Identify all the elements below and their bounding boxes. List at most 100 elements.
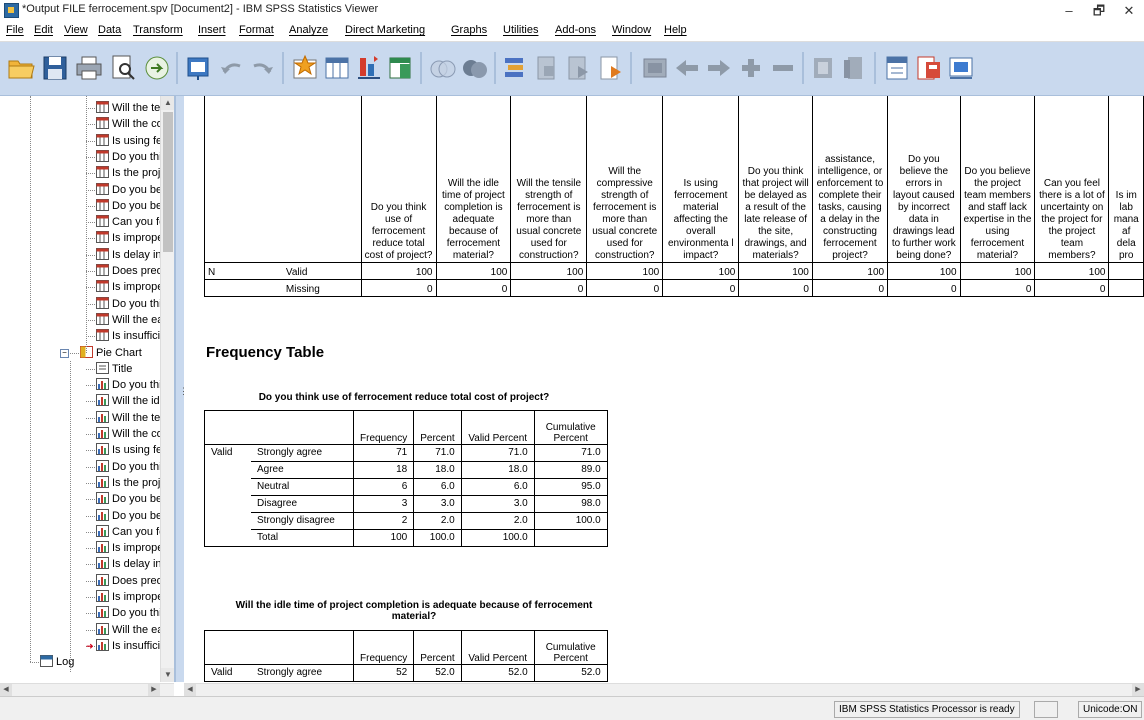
outline-title-item[interactable]: Title (96, 361, 132, 377)
collapse-toggle-icon[interactable]: − (60, 348, 69, 358)
outline-pie-chart-group[interactable]: Pie Chart (80, 345, 142, 361)
outline-item-label: Will the ea (112, 313, 164, 326)
collapse-icon[interactable] (768, 54, 798, 82)
menu-transform[interactable]: Transform (133, 24, 183, 36)
scroll-left-arrow-icon[interactable]: ◀ (184, 684, 196, 696)
goto-case-icon[interactable] (290, 54, 320, 82)
table-item-icon (96, 149, 109, 162)
outline-pie-item[interactable]: Do you be (96, 491, 162, 507)
value-labels-icon[interactable] (596, 54, 626, 82)
insert-title-icon[interactable] (914, 54, 944, 82)
next-icon[interactable] (704, 54, 734, 82)
undo-icon[interactable] (216, 54, 246, 82)
outline-pie-item[interactable]: Is imprope (96, 589, 163, 605)
insert-text-icon[interactable] (946, 54, 976, 82)
outline-item[interactable]: Will the ea (96, 312, 163, 328)
outline-item-label: Will the ter (112, 102, 164, 114)
goto-variable-icon[interactable] (322, 54, 352, 82)
outline-pie-item[interactable]: Do you thi (96, 605, 162, 621)
outline-item[interactable]: Is delay in (96, 247, 162, 263)
outline-pie-item[interactable]: Will the co (96, 426, 163, 442)
table-item-icon (96, 166, 109, 179)
scroll-down-arrow-icon[interactable]: ▼ (161, 668, 174, 682)
designate-window-icon[interactable] (460, 54, 490, 82)
outline-item[interactable]: Does pred (96, 263, 163, 279)
hide-icon[interactable] (840, 54, 870, 82)
outline-item[interactable]: Can you fe (96, 214, 165, 230)
outline-pie-item[interactable]: Is delay in (96, 556, 162, 572)
outline-item[interactable]: Will the ter (96, 100, 164, 116)
outline-item[interactable]: Is the proj (96, 165, 160, 181)
outline-pie-item[interactable]: Does pred (96, 573, 163, 589)
menu-direct-marketing[interactable]: Direct Marketing (345, 24, 425, 36)
menu-insert[interactable]: Insert (198, 24, 226, 36)
split-file-icon[interactable] (532, 54, 562, 82)
menu-utilities[interactable]: Utilities (503, 24, 538, 36)
close-button[interactable]: ✕ (1110, 0, 1144, 21)
open-icon[interactable] (6, 54, 36, 82)
outline-pie-item[interactable]: Do you be (96, 508, 162, 524)
scroll-right-arrow-icon[interactable]: ▶ (148, 684, 160, 696)
outline-item[interactable]: Do you be (96, 182, 162, 198)
outline-item[interactable]: Do you thi (96, 149, 162, 165)
outline-item[interactable]: Is insuffici (96, 328, 160, 344)
select-last-output-icon[interactable] (386, 54, 416, 82)
redo-icon[interactable] (248, 54, 278, 82)
menu-window[interactable]: Window (612, 24, 651, 36)
menu-analyze[interactable]: Analyze (289, 24, 328, 36)
show-icon[interactable] (808, 54, 838, 82)
outline-pie-item[interactable]: Do you thi (96, 377, 162, 393)
outline-item-label: Is imprope (112, 591, 164, 603)
scrollbar-thumb[interactable] (163, 112, 173, 252)
outline-pie-item[interactable]: Is using fe (96, 442, 162, 458)
menu-graphs[interactable]: Graphs (451, 24, 487, 36)
previous-icon[interactable] (672, 54, 702, 82)
menu-view[interactable]: View (64, 24, 88, 36)
cumulative-percent-cell: 95.0 (533, 478, 608, 496)
menu-edit[interactable]: Edit (34, 24, 53, 36)
show-all-variables-icon[interactable] (500, 54, 530, 82)
insert-heading-icon[interactable] (882, 54, 912, 82)
outline-pie-item[interactable]: Will the ea (96, 622, 163, 638)
outline-item[interactable]: Do you be (96, 198, 162, 214)
menu-add-ons[interactable]: Add-ons (555, 24, 596, 36)
outline-horizontal-scrollbar[interactable]: ◀ ▶ (0, 683, 174, 696)
outline-item[interactable]: Do you thi (96, 296, 162, 312)
outline-pie-item[interactable]: Can you fe (96, 524, 165, 540)
outline-item[interactable]: Is using fe (96, 133, 162, 149)
menu-file[interactable]: File (6, 24, 24, 36)
scroll-up-arrow-icon[interactable]: ▲ (161, 96, 174, 110)
outline-item[interactable]: Is imprope (96, 279, 163, 295)
print-preview-icon[interactable] (108, 54, 138, 82)
menu-format[interactable]: Format (239, 24, 274, 36)
outline-pie-item[interactable]: Is imprope (96, 540, 163, 556)
print-icon[interactable] (74, 54, 104, 82)
tree-connector (86, 531, 95, 533)
recall-dialog-icon[interactable] (184, 54, 214, 82)
valid-percent-cell: 6.0 (460, 478, 535, 496)
outline-vertical-scrollbar[interactable]: ▲ ▼ (160, 96, 174, 682)
content-horizontal-scrollbar[interactable]: ◀ ▶ (184, 683, 1144, 696)
variables-icon[interactable] (354, 54, 384, 82)
expand-icon[interactable] (736, 54, 766, 82)
valid-percent-cell: 100.0 (460, 529, 535, 547)
outline-pie-item[interactable]: Will the idl (96, 393, 162, 409)
menu-help[interactable]: Help (664, 24, 687, 36)
use-variable-sets-icon[interactable] (640, 54, 670, 82)
outline-pie-item[interactable]: Is the proj (96, 475, 160, 491)
outline-pie-item[interactable]: Is insuffici (96, 638, 160, 654)
outline-item[interactable]: Is imprope (96, 230, 163, 246)
outline-pie-item[interactable]: Will the ter (96, 410, 164, 426)
outline-pie-item[interactable]: Do you thi (96, 459, 162, 475)
percent-cell: 52.0 (413, 664, 462, 682)
outline-item-label: Is the proj (112, 476, 161, 489)
export-icon[interactable] (142, 54, 172, 82)
menu-bar: File Edit View Data Transform Insert For… (0, 21, 1144, 42)
save-icon[interactable] (40, 54, 70, 82)
outline-item[interactable]: Will the co (96, 116, 163, 132)
menu-data[interactable]: Data (98, 24, 121, 36)
chart-icon[interactable] (428, 54, 458, 82)
scroll-left-arrow-icon[interactable]: ◀ (0, 684, 12, 696)
select-cases-icon[interactable] (564, 54, 594, 82)
scroll-right-arrow-icon[interactable]: ▶ (1132, 684, 1144, 696)
